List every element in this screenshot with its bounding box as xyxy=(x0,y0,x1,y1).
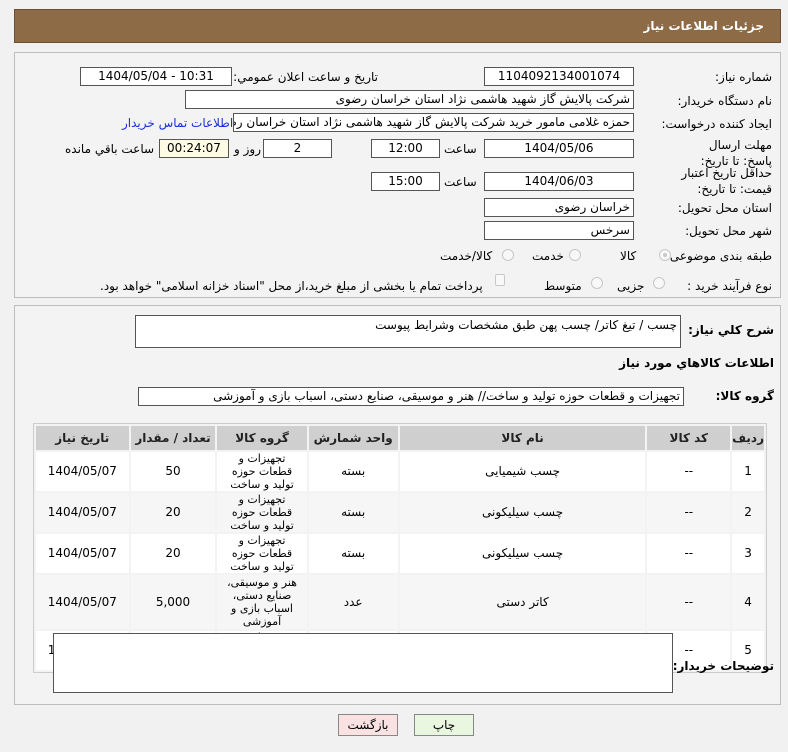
row-number: 2 xyxy=(732,493,764,532)
item-group: تجهیزات و قطعات حوزه تولید و ساخت xyxy=(217,452,307,491)
table-row: 2 -- چسب سیلیکونی بسته تجهیزات و قطعات حوزه … xyxy=(36,493,764,532)
deadline-time-field[interactable]: 12:00 xyxy=(371,139,440,158)
item-group: تجهیزات و قطعات حوزه تولید و ساخت xyxy=(217,493,307,532)
item-quantity: 50 xyxy=(130,452,216,491)
category-radio-service[interactable] xyxy=(569,249,581,261)
buyer-field[interactable]: شرکت پالایش گاز شهید هاشمی نژاد استان خر… xyxy=(185,90,634,109)
payment-note: پرداخت تمام یا بخشی از مبلغ خرید،از محل … xyxy=(100,279,483,293)
row-number: 3 xyxy=(732,534,764,573)
item-unit: عدد xyxy=(308,575,398,629)
item-name: کاتر دستی xyxy=(399,575,646,629)
table-header-row: ردیف کد کالا نام کالا واحد شمارش گروه کا… xyxy=(36,426,764,450)
need-date: 1404/05/07 xyxy=(36,534,129,573)
validity-label: حداقل تاریخ اعتبار قیمت: تا تاریخ: xyxy=(681,166,772,196)
city-label: شهر محل تحویل: xyxy=(685,224,772,238)
item-unit: بسته xyxy=(308,493,398,532)
need-date: 1404/05/07 xyxy=(36,575,129,629)
col-unit: واحد شمارش xyxy=(308,426,398,450)
item-group: هنر و موسیقی، صنایع دستی، اسباب بازی و آ… xyxy=(217,575,307,629)
item-name: چسب سیلیکونی xyxy=(399,493,646,532)
process-option-minor: جزیی xyxy=(617,279,645,293)
table-row: 3 -- چسب سیلیکونی بسته تجهیزات و قطعات حوزه … xyxy=(36,534,764,573)
buyer-label: نام دستگاه خریدار: xyxy=(677,94,773,108)
item-unit: بسته xyxy=(308,534,398,573)
buyer-contact-link[interactable]: اطلاعات تماس خریدار xyxy=(122,116,233,130)
province-label: استان محل تحویل: xyxy=(677,201,772,215)
row-number: 1 xyxy=(732,452,764,491)
description-textarea[interactable]: چسب / تیغ کاتر/ چسب پهن طبق مشخصات وشرای… xyxy=(135,315,681,348)
process-radio-medium[interactable] xyxy=(591,277,603,289)
treasury-payment-checkbox[interactable] xyxy=(495,274,505,286)
item-group: تجهیزات و قطعات حوزه تولید و ساخت xyxy=(217,534,307,573)
page-header: جزئیات اطلاعات نیاز xyxy=(14,9,781,43)
process-radio-minor[interactable] xyxy=(653,277,665,289)
col-group: گروه کالا xyxy=(217,426,307,450)
need-number-label: شماره نیاز: xyxy=(715,70,772,84)
item-name: چسب شیمیایی xyxy=(399,452,646,491)
item-quantity: 20 xyxy=(130,534,216,573)
col-row: ردیف xyxy=(732,426,764,450)
announce-label: تاریخ و ساعت اعلان عمومي: xyxy=(233,70,378,84)
category-radio-goods[interactable] xyxy=(659,249,671,261)
item-unit: بسته xyxy=(308,452,398,491)
group-label: گروه کالا: xyxy=(715,389,774,403)
category-radio-goods-service[interactable] xyxy=(502,249,514,261)
row-number: 4 xyxy=(732,575,764,629)
group-field[interactable]: تجهیزات و قطعات حوزه تولید و ساخت// هنر … xyxy=(138,387,684,406)
need-date: 1404/05/07 xyxy=(36,493,129,532)
description-label: شرح کلي نیاز: xyxy=(688,323,774,337)
table-row: 4 -- کاتر دستی عدد هنر و موسیقی، صنایع دستی،… xyxy=(36,575,764,629)
col-name: نام کالا xyxy=(399,426,646,450)
item-name: چسب سیلیکونی xyxy=(399,534,646,573)
category-option-goods-service: کالا/خدمت xyxy=(440,249,493,263)
col-code: کد کالا xyxy=(647,426,731,450)
item-code: -- xyxy=(647,534,731,573)
need-date: 1404/05/07 xyxy=(36,452,129,491)
city-field[interactable]: سرخس xyxy=(484,221,634,240)
item-code: -- xyxy=(647,575,731,629)
item-quantity: 20 xyxy=(130,493,216,532)
creator-field[interactable]: حمزه غلامی مامور خرید شرکت پالایش گاز شه… xyxy=(233,113,634,132)
category-option-service: خدمت xyxy=(532,249,564,263)
print-button[interactable]: چاپ xyxy=(414,714,474,736)
process-label: نوع فرآیند خرید : xyxy=(687,279,772,293)
notes-label: توضیحات خریدار: xyxy=(672,659,774,673)
item-code: -- xyxy=(647,452,731,491)
validity-date-field[interactable]: 1404/06/03 xyxy=(484,172,634,191)
validity-time-label: ساعت xyxy=(444,175,477,189)
category-option-goods: کالا xyxy=(620,249,637,263)
province-field[interactable]: خراسان رضوی xyxy=(484,198,634,217)
remaining-time-field: 00:24:07 xyxy=(159,139,229,158)
item-code: -- xyxy=(647,493,731,532)
col-date: تاریخ نیاز xyxy=(36,426,129,450)
deadline-time-label: ساعت xyxy=(444,142,477,156)
deadline-date-field[interactable]: 1404/05/06 xyxy=(484,139,634,158)
days-label: روز و xyxy=(234,142,261,156)
days-field[interactable]: 2 xyxy=(263,139,332,158)
announce-field[interactable]: 1404/05/04 - 10:31 xyxy=(80,67,232,86)
need-number-field[interactable]: 1104092134001074 xyxy=(484,67,634,86)
goods-section-title: اطلاعات کالاهاي مورد نیاز xyxy=(619,356,774,370)
validity-time-field[interactable]: 15:00 xyxy=(371,172,440,191)
table-row: 1 -- چسب شیمیایی بسته تجهیزات و قطعات حوزه ت… xyxy=(36,452,764,491)
process-option-medium: متوسط xyxy=(544,279,582,293)
remaining-label: ساعت باقي مانده xyxy=(65,142,155,156)
page-title: جزئیات اطلاعات نیاز xyxy=(643,19,764,33)
category-label: طبقه بندی موضوعی: xyxy=(665,249,772,263)
item-quantity: 5,000 xyxy=(130,575,216,629)
creator-label: ایجاد کننده درخواست: xyxy=(661,117,772,131)
col-qty: تعداد / مقدار xyxy=(130,426,216,450)
back-button[interactable]: بازگشت xyxy=(338,714,398,736)
buyer-notes-textarea[interactable] xyxy=(53,633,673,693)
